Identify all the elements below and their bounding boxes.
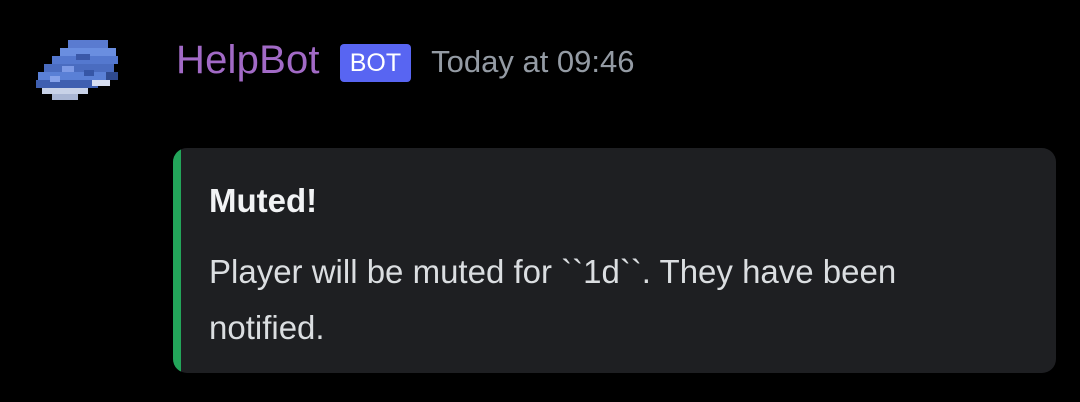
- username[interactable]: HelpBot: [176, 38, 320, 83]
- chat-message: HelpBot BOT Today at 09:46 Muted! Player…: [0, 0, 1080, 402]
- embed-card: Muted! Player will be muted for ``1d``. …: [173, 148, 1056, 373]
- embed-description: Player will be muted for ``1d``. They ha…: [209, 253, 897, 346]
- book-icon: [36, 40, 118, 100]
- message-header: HelpBot BOT Today at 09:46: [176, 32, 635, 88]
- avatar[interactable]: [22, 30, 140, 110]
- bot-badge: BOT: [339, 44, 412, 82]
- timestamp: Today at 09:46: [431, 44, 635, 79]
- embed-accent-bar: [173, 148, 181, 373]
- embed-title: Muted!: [209, 182, 318, 219]
